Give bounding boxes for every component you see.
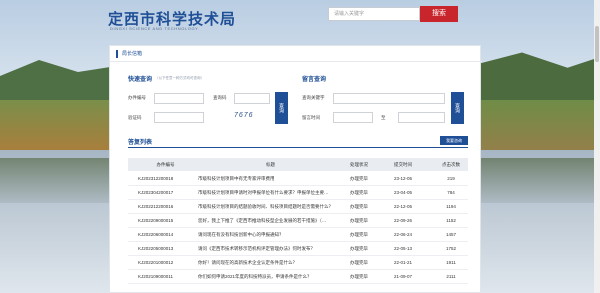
row-clicks: 219 — [447, 176, 455, 181]
list-divider — [128, 147, 468, 148]
table-row[interactable]: KJ202109000011 你们如何申请2021年度的科技特派员，申请条件是什… — [128, 270, 468, 284]
row-case-number: KJ202304200017 — [138, 190, 174, 195]
row-clicks: 784 — [447, 190, 455, 195]
table-row[interactable]: KJ202312200018 市级科技计划项目中有无专家评审费用 办理完毕 23… — [128, 172, 468, 186]
header-title: 标题 — [266, 162, 275, 167]
row-status: 办理完毕 — [350, 204, 368, 209]
case-number-input[interactable] — [154, 93, 204, 104]
row-submit-time: 22-05-13 — [394, 246, 413, 251]
header-submit-time: 提交时间 — [394, 162, 412, 167]
row-submit-time: 23-04-05 — [394, 190, 413, 195]
row-title[interactable]: 市级科技计划项目中有无专家评审费用 — [198, 176, 343, 182]
row-submit-time: 22-06-24 — [394, 232, 413, 237]
table-row[interactable]: KJ202212200016 市级科技计划项目的结题验收时间、科技项目结题时是否… — [128, 200, 468, 214]
row-status: 办理完毕 — [350, 274, 368, 279]
search-input[interactable]: 请输入关键字 — [328, 7, 420, 21]
site-header: 定西市科学技术局 DINGXI SCIENCE AND TECHNOLOGY 请… — [0, 0, 600, 38]
row-case-number: KJ202205000013 — [138, 246, 174, 251]
table-row[interactable]: KJ202206000014 请问现在有没有科技创新中心的申报通知？ 办理完毕 … — [128, 228, 468, 242]
header-clicks: 点击次数 — [442, 162, 460, 167]
end-date-input[interactable] — [398, 112, 445, 123]
date-range-separator: 至 — [381, 115, 386, 120]
row-title[interactable]: 你们如何申请2021年度的科技特派员，申请条件是什么？ — [198, 274, 343, 280]
row-title[interactable]: 市级科技计划项目的结题验收时间、科技项目结题时是否需要什么？ — [198, 204, 343, 210]
row-case-number: KJ202109000011 — [138, 274, 173, 279]
search-button[interactable]: 搜索 — [420, 6, 458, 22]
captcha-label: 验证码 — [128, 115, 142, 120]
row-status: 办理完毕 — [350, 260, 368, 265]
captcha-input[interactable] — [154, 112, 204, 123]
case-number-label: 办件编号 — [128, 95, 146, 100]
captcha-image[interactable]: 7676 — [234, 112, 254, 119]
breadcrumb: 局长信箱 — [110, 46, 482, 62]
row-case-number: KJ202212200016 — [138, 204, 174, 209]
quick-query-note: （以下任意一种方式均可查询） — [155, 76, 204, 80]
header-status: 处理状况 — [350, 162, 368, 167]
row-case-number: KJ202209000015 — [138, 218, 174, 223]
row-title[interactable]: 您好，我上下推了《定西市推动科技型企业发展的若干措施》（… — [198, 218, 343, 224]
row-status: 办理完毕 — [350, 218, 368, 223]
row-status: 办理完毕 — [350, 232, 368, 237]
quick-query-button[interactable]: 查询 — [275, 92, 288, 124]
reply-list-title: 答复列表 — [128, 140, 153, 146]
breadcrumb-label: 局长信箱 — [122, 51, 143, 57]
row-clicks: 1752 — [445, 246, 456, 251]
message-time-label: 留言时间 — [302, 115, 320, 120]
row-submit-time: 22-12-05 — [394, 204, 413, 209]
row-status: 办理完毕 — [350, 246, 368, 251]
main-panel: 局长信箱 快速查询 （以下任意一种方式均可查询） 办件编号 查询码 验证码 76… — [109, 45, 482, 293]
row-clicks: 1152 — [446, 218, 456, 223]
breadcrumb-marker — [116, 50, 118, 58]
message-query-button[interactable]: 查询 — [451, 92, 464, 124]
row-title[interactable]: 市级科技计划项目申请时对申报单位有什么要求？申报单位主要… — [198, 190, 343, 196]
row-status: 办理完毕 — [350, 190, 368, 195]
row-clicks: 1457 — [445, 232, 456, 237]
message-query-title: 留言查询 — [302, 77, 327, 83]
row-clicks: 1911 — [446, 260, 456, 265]
row-clicks: 2111 — [446, 274, 456, 279]
row-title[interactable]: 请问《定西市技术转移示范机构评定管理办法》何时发布？ — [198, 246, 343, 252]
page-scrollbar[interactable] — [594, 0, 600, 293]
scrollbar-thumb[interactable] — [595, 26, 599, 62]
quick-query-title: 快速查询 — [128, 77, 153, 83]
row-submit-time: 21-09-07 — [394, 274, 413, 279]
row-status: 办理完毕 — [350, 176, 368, 181]
table-header: 办件编号 标题 处理状况 提交时间 点击次数 — [128, 158, 468, 171]
row-case-number: KJ202201000012 — [138, 260, 174, 265]
keyword-label: 查询关键字 — [302, 95, 325, 100]
consult-button[interactable]: 我要咨询 — [440, 136, 468, 145]
row-submit-time: 23-12-05 — [394, 176, 413, 181]
site-subtitle: DINGXI SCIENCE AND TECHNOLOGY — [110, 26, 199, 31]
table-row[interactable]: KJ202201000012 你好！请问现在的高新技术企业认定条件是什么？ 办理… — [128, 256, 468, 270]
table-row[interactable]: KJ202209000015 您好，我上下推了《定西市推动科技型企业发展的若干措… — [128, 214, 468, 228]
row-clicks: 1194 — [446, 204, 456, 209]
start-date-input[interactable] — [333, 112, 373, 123]
query-code-input[interactable] — [234, 93, 270, 104]
table-row[interactable]: KJ202304200017 市级科技计划项目申请时对申报单位有什么要求？申报单… — [128, 186, 468, 200]
row-submit-time: 22-09-26 — [394, 218, 413, 223]
keyword-input[interactable] — [333, 93, 445, 104]
table-row[interactable]: KJ202205000013 请问《定西市技术转移示范机构评定管理办法》何时发布… — [128, 242, 468, 256]
row-submit-time: 22-01-21 — [394, 260, 413, 265]
row-title[interactable]: 你好！请问现在的高新技术企业认定条件是什么？ — [198, 260, 343, 266]
row-case-number: KJ202206000014 — [138, 232, 174, 237]
header-case-number: 办件编号 — [156, 162, 175, 167]
row-title[interactable]: 请问现在有没有科技创新中心的申报通知？ — [198, 232, 343, 238]
row-case-number: KJ202312200018 — [138, 176, 174, 181]
query-code-label: 查询码 — [213, 95, 227, 100]
